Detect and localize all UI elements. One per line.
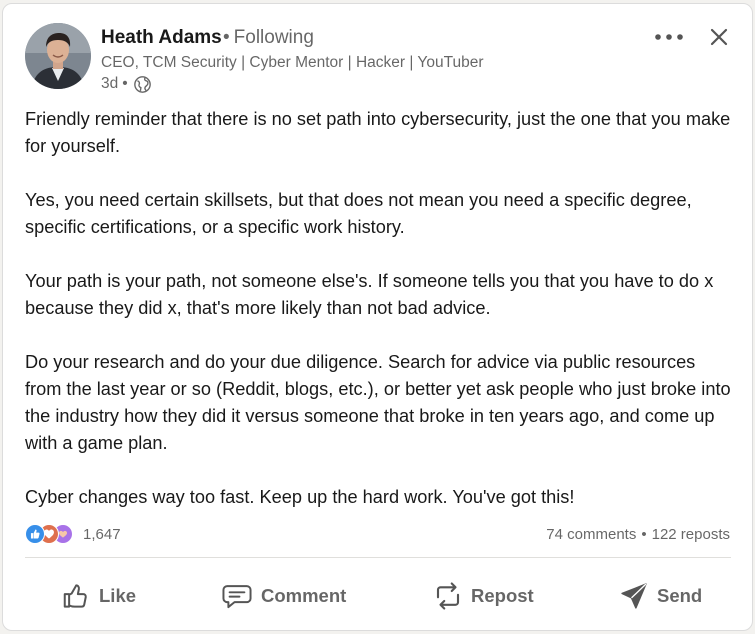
post-time: 3d xyxy=(101,75,119,92)
comments-count-link[interactable]: 74 comments xyxy=(546,526,636,543)
post-paragraph: Your path is your path, not someone else… xyxy=(25,271,714,318)
author-avatar[interactable] xyxy=(25,23,91,89)
comment-button[interactable]: Comment xyxy=(221,572,346,620)
more-options-button[interactable] xyxy=(649,21,689,53)
post-text: Friendly reminder that there is no set p… xyxy=(25,106,731,511)
comment-icon xyxy=(222,585,252,609)
post-paragraph: Do your research and do your due diligen… xyxy=(25,352,731,453)
send-icon xyxy=(621,583,647,609)
post-paragraph: Friendly reminder that there is no set p… xyxy=(25,109,731,156)
separator-dot: • xyxy=(122,75,128,92)
like-icon xyxy=(63,584,87,608)
repost-label: Repost xyxy=(471,585,534,606)
reactions-summary[interactable]: 1,647 xyxy=(25,522,121,546)
connection-status: • Following xyxy=(221,25,314,51)
divider xyxy=(25,557,731,558)
send-label: Send xyxy=(657,585,703,606)
post-meta: 3d • xyxy=(101,73,151,95)
separator-dot: • xyxy=(641,525,647,543)
comment-label: Comment xyxy=(261,585,347,606)
like-label: Like xyxy=(99,585,137,606)
avatar-photo xyxy=(25,23,91,89)
author-name[interactable]: Heath Adams xyxy=(101,25,222,51)
repost-icon xyxy=(436,582,460,610)
post-paragraph: Yes, you need certain skillsets, but tha… xyxy=(25,190,692,237)
separator-dot: • xyxy=(223,27,230,48)
send-button[interactable]: Send xyxy=(619,572,702,620)
globe-icon xyxy=(133,75,151,93)
post-card: Heath Adams • Following CEO, TCM Security… xyxy=(2,3,753,631)
like-button[interactable]: Like xyxy=(61,572,136,620)
more-options-icon xyxy=(655,34,683,40)
social-counts: 74 comments • 122 reposts xyxy=(546,522,730,546)
following-label: Following xyxy=(233,27,314,48)
close-icon xyxy=(710,28,728,46)
like-reaction-icon xyxy=(25,524,45,544)
post-paragraph: Cyber changes way too fast. Keep up the … xyxy=(25,487,575,507)
repost-button[interactable]: Repost xyxy=(433,572,534,620)
reaction-icons xyxy=(25,523,79,545)
close-button[interactable] xyxy=(702,20,736,54)
reaction-count: 1,647 xyxy=(83,525,121,543)
reposts-count-link[interactable]: 122 reposts xyxy=(652,526,730,543)
author-headline: CEO, TCM Security | Cyber Mentor | Hacke… xyxy=(101,54,484,71)
